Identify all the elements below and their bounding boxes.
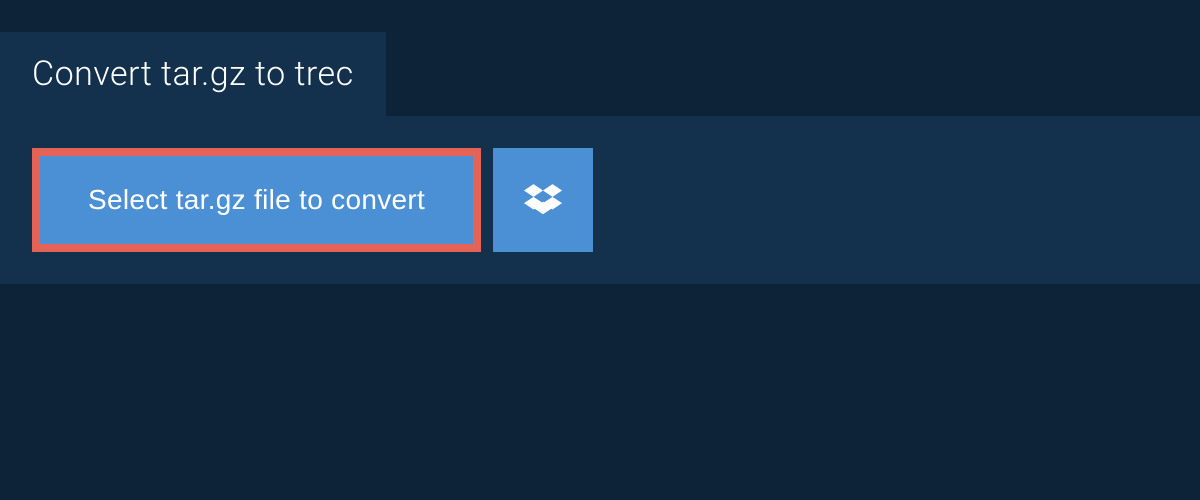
header-tab: Convert tar.gz to trec	[0, 32, 386, 116]
content-panel: Select tar.gz file to convert	[0, 116, 1200, 284]
dropbox-button[interactable]	[493, 148, 593, 252]
select-file-button[interactable]: Select tar.gz file to convert	[32, 148, 481, 252]
dropbox-icon	[524, 181, 562, 219]
page-title: Convert tar.gz to trec	[32, 54, 354, 94]
button-row: Select tar.gz file to convert	[32, 148, 1168, 252]
select-file-label: Select tar.gz file to convert	[88, 184, 425, 216]
